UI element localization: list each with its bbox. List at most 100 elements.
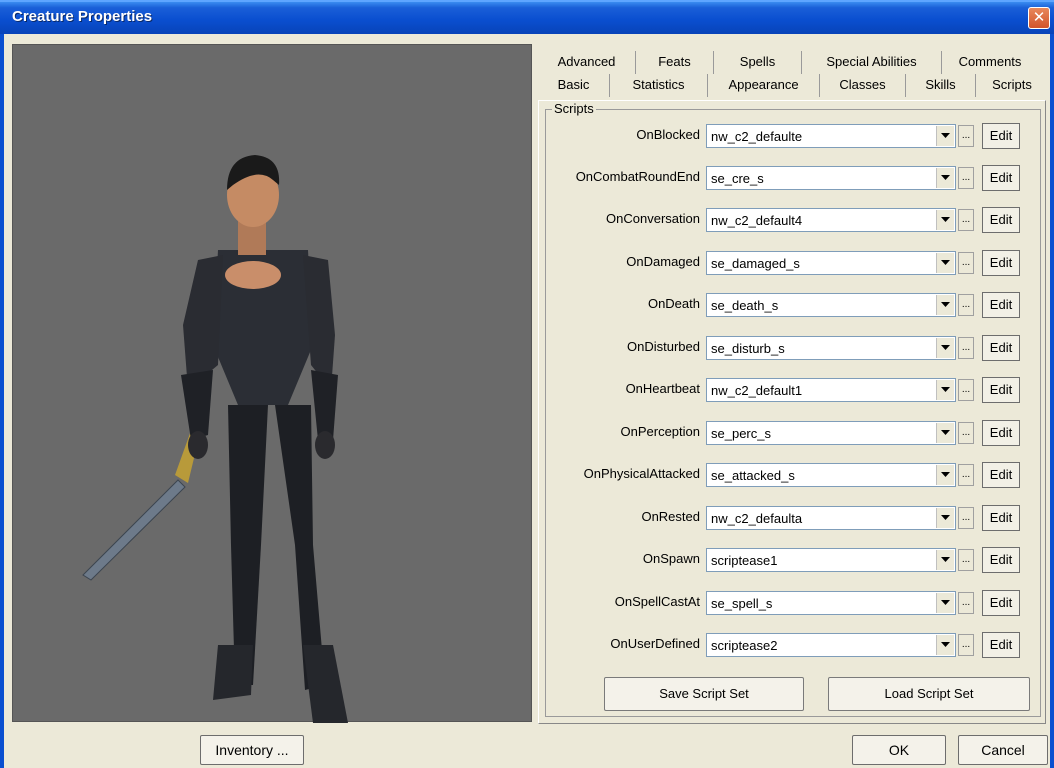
chevron-down-icon: [941, 430, 950, 435]
edit-button-onphysicalattacked[interactable]: Edit: [982, 462, 1020, 488]
chevron-down-icon: [941, 217, 950, 222]
ok-button[interactable]: OK: [852, 735, 946, 765]
script-row-onperception: OnPerception se_perc_s... Edit: [546, 420, 1042, 449]
edit-button-onuserdefined[interactable]: Edit: [982, 632, 1020, 658]
dropdown-arrow-button[interactable]: [936, 338, 954, 358]
window-title: Creature Properties: [12, 8, 153, 25]
tab-spells[interactable]: Spells: [714, 51, 802, 74]
edit-button-onperception[interactable]: Edit: [982, 420, 1020, 446]
tab-advanced[interactable]: Advanced: [538, 51, 636, 74]
script-combo-ondeath[interactable]: se_death_s: [706, 293, 956, 317]
script-row-ondisturbed: OnDisturbed se_disturb_s... Edit: [546, 335, 1042, 364]
dropdown-arrow-button[interactable]: [936, 253, 954, 273]
dropdown-arrow-button[interactable]: [936, 423, 954, 443]
close-icon: ✕: [1032, 9, 1046, 26]
script-combo-onspellcastat[interactable]: se_spell_s: [706, 591, 956, 615]
script-combo-onphysicalattacked[interactable]: se_attacked_s: [706, 463, 956, 487]
dropdown-arrow-button[interactable]: [936, 593, 954, 613]
chevron-down-icon: [941, 515, 950, 520]
creature-preview[interactable]: [12, 44, 532, 723]
script-combo-onrested[interactable]: nw_c2_defaulta: [706, 506, 956, 530]
script-value-onperception: se_perc_s: [711, 426, 771, 441]
browse-button-oncombatroundend[interactable]: ...: [958, 167, 974, 189]
script-value-onspellcastat: se_spell_s: [711, 596, 773, 611]
script-row-onconversation: OnConversation nw_c2_default4... Edit: [546, 207, 1042, 236]
script-combo-onspawn[interactable]: scriptease1: [706, 548, 956, 572]
browse-button-onblocked[interactable]: ...: [958, 125, 974, 147]
browse-button-onrested[interactable]: ...: [958, 507, 974, 529]
dropdown-arrow-button[interactable]: [936, 380, 954, 400]
script-value-ondamaged: se_damaged_s: [711, 256, 800, 271]
script-value-onspawn: scriptease1: [711, 553, 778, 568]
browse-button-ondamaged[interactable]: ...: [958, 252, 974, 274]
chevron-down-icon: [941, 642, 950, 647]
script-combo-onuserdefined[interactable]: scriptease2: [706, 633, 956, 657]
edit-button-onblocked[interactable]: Edit: [982, 123, 1020, 149]
inventory-button[interactable]: Inventory ...: [200, 735, 304, 765]
browse-button-onspellcastat[interactable]: ...: [958, 592, 974, 614]
dropdown-arrow-button[interactable]: [936, 465, 954, 485]
edit-button-ondeath[interactable]: Edit: [982, 292, 1020, 318]
script-combo-ondamaged[interactable]: se_damaged_s: [706, 251, 956, 275]
edit-button-ondamaged[interactable]: Edit: [982, 250, 1020, 276]
tab-statistics[interactable]: Statistics: [610, 74, 708, 97]
dropdown-arrow-button[interactable]: [936, 168, 954, 188]
load-script-set-button[interactable]: Load Script Set: [828, 677, 1030, 711]
scripts-group: Scripts OnBlocked nw_c2_defaulte... Edit On…: [545, 101, 1042, 717]
script-combo-onconversation[interactable]: nw_c2_default4: [706, 208, 956, 232]
tab-comments[interactable]: Comments: [942, 51, 1038, 74]
edit-button-oncombatroundend[interactable]: Edit: [982, 165, 1020, 191]
dropdown-arrow-button[interactable]: [936, 295, 954, 315]
tab-special-abilities[interactable]: Special Abilities: [802, 51, 942, 74]
cancel-button[interactable]: Cancel: [958, 735, 1048, 765]
script-row-onuserdefined: OnUserDefined scriptease2... Edit: [546, 632, 1042, 661]
dropdown-arrow-button[interactable]: [936, 550, 954, 570]
browse-button-ondeath[interactable]: ...: [958, 294, 974, 316]
chevron-down-icon: [941, 387, 950, 392]
scripts-group-label: Scripts: [552, 101, 596, 116]
script-label-oncombatroundend: OnCombatRoundEnd: [575, 169, 700, 184]
script-combo-onblocked[interactable]: nw_c2_defaulte: [706, 124, 956, 148]
dropdown-arrow-button[interactable]: [936, 126, 954, 146]
dropdown-arrow-button[interactable]: [936, 210, 954, 230]
script-value-onrested: nw_c2_defaulta: [711, 511, 803, 526]
script-combo-onperception[interactable]: se_perc_s: [706, 421, 956, 445]
browse-button-onuserdefined[interactable]: ...: [958, 634, 974, 656]
title-bar: Creature Properties ✕: [0, 0, 1054, 34]
script-combo-oncombatroundend[interactable]: se_cre_s: [706, 166, 956, 190]
tab-skills[interactable]: Skills: [906, 74, 976, 97]
browse-button-onspawn[interactable]: ...: [958, 549, 974, 571]
browse-button-onperception[interactable]: ...: [958, 422, 974, 444]
script-row-onrested: OnRested nw_c2_defaulta... Edit: [546, 505, 1042, 534]
tab-basic[interactable]: Basic: [538, 74, 610, 97]
tab-scripts[interactable]: Scripts: [976, 74, 1048, 97]
edit-button-onspellcastat[interactable]: Edit: [982, 590, 1020, 616]
scripts-panel: Scripts OnBlocked nw_c2_defaulte... Edit On…: [538, 100, 1046, 724]
script-label-onheartbeat: OnHeartbeat: [625, 381, 700, 396]
edit-button-onspawn[interactable]: Edit: [982, 547, 1020, 573]
browse-button-onphysicalattacked[interactable]: ...: [958, 464, 974, 486]
browse-button-ondisturbed[interactable]: ...: [958, 337, 974, 359]
browse-button-onconversation[interactable]: ...: [958, 209, 974, 231]
save-script-set-button[interactable]: Save Script Set: [604, 677, 804, 711]
edit-button-onrested[interactable]: Edit: [982, 505, 1020, 531]
script-label-ondisturbed: OnDisturbed: [627, 339, 700, 354]
chevron-down-icon: [941, 175, 950, 180]
tab-classes[interactable]: Classes: [820, 74, 906, 97]
dropdown-arrow-button[interactable]: [936, 508, 954, 528]
script-row-onspawn: OnSpawn scriptease1... Edit: [546, 547, 1042, 576]
edit-button-ondisturbed[interactable]: Edit: [982, 335, 1020, 361]
close-button[interactable]: ✕: [1028, 7, 1050, 29]
script-label-onconversation: OnConversation: [606, 211, 700, 226]
chevron-down-icon: [941, 600, 950, 605]
browse-button-onheartbeat[interactable]: ...: [958, 379, 974, 401]
tab-feats[interactable]: Feats: [636, 51, 714, 74]
script-label-onuserdefined: OnUserDefined: [610, 636, 700, 651]
edit-button-onconversation[interactable]: Edit: [982, 207, 1020, 233]
edit-button-onheartbeat[interactable]: Edit: [982, 377, 1020, 403]
dropdown-arrow-button[interactable]: [936, 635, 954, 655]
tab-appearance[interactable]: Appearance: [708, 74, 820, 97]
script-value-onconversation: nw_c2_default4: [711, 213, 803, 228]
script-combo-ondisturbed[interactable]: se_disturb_s: [706, 336, 956, 360]
script-combo-onheartbeat[interactable]: nw_c2_default1: [706, 378, 956, 402]
